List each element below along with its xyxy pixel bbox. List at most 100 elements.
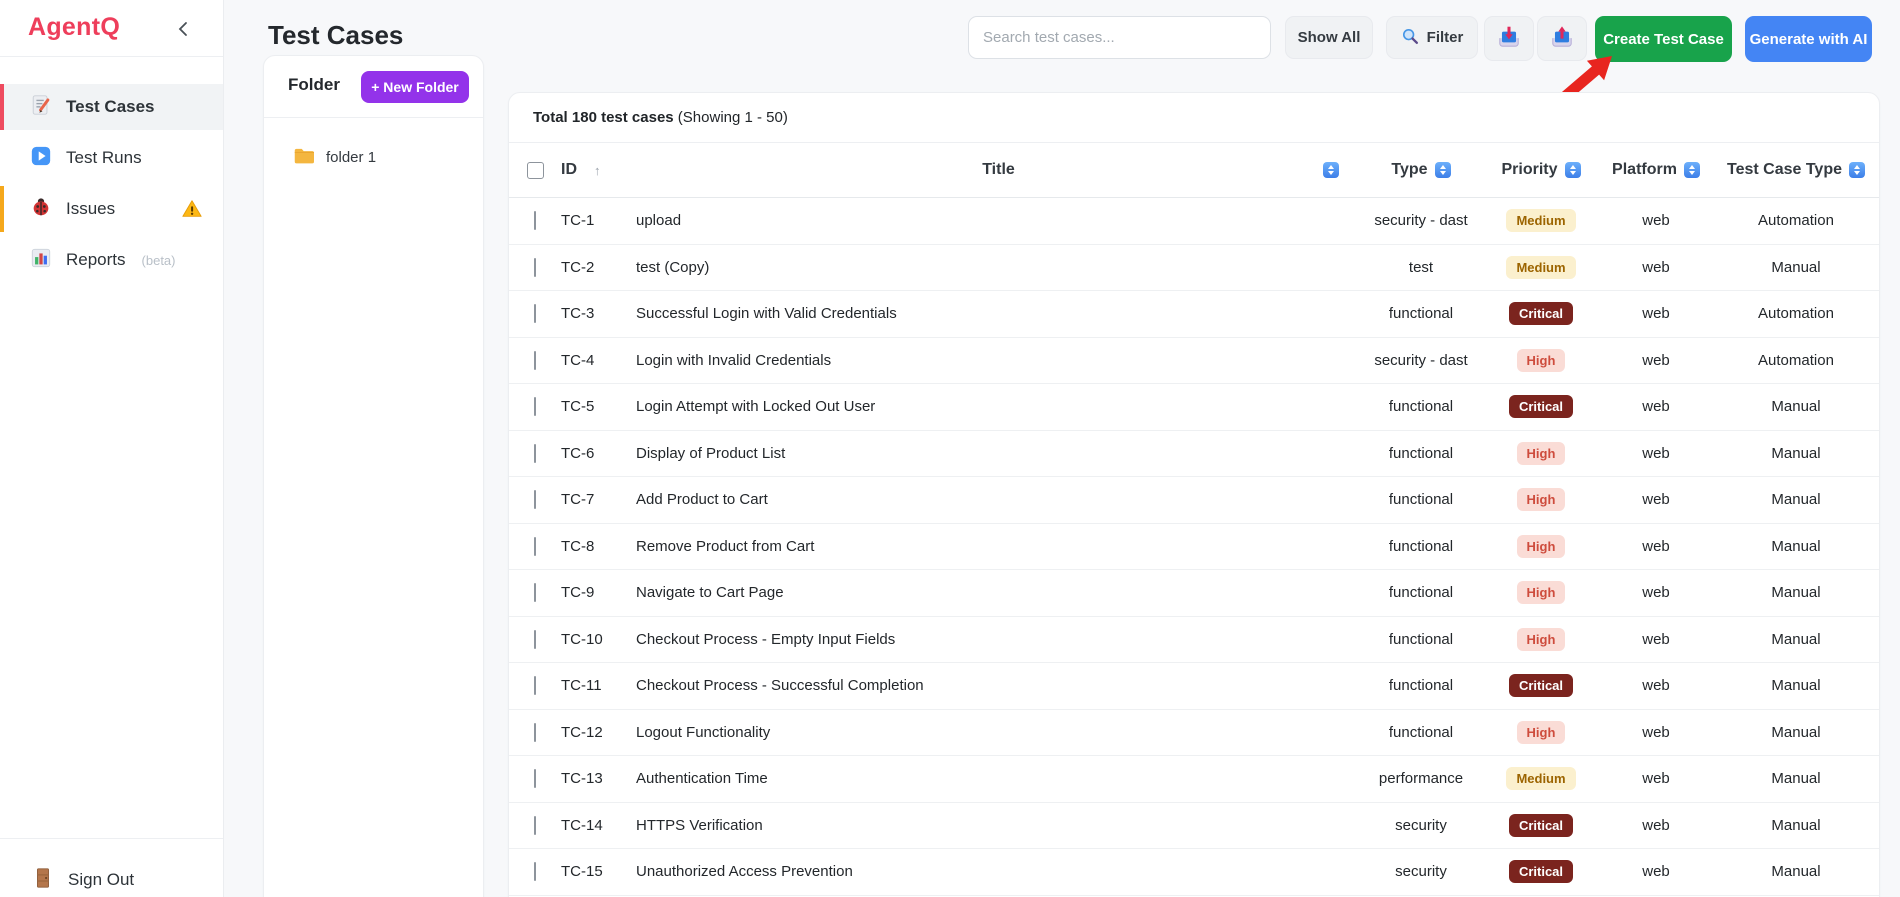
priority-badge: High	[1516, 441, 1566, 465]
filter-updown-icon[interactable]	[1849, 162, 1865, 178]
row-checkbox-cell	[509, 443, 561, 463]
cell-type: functional	[1388, 398, 1454, 416]
cell-title[interactable]: Display of Product List	[636, 445, 1361, 462]
row-checkbox[interactable]	[534, 211, 536, 231]
table-row[interactable]: TC-8 Remove Product from Cart functional…	[509, 524, 1879, 570]
table-row[interactable]: TC-3 Successful Login with Valid Credent…	[509, 291, 1879, 338]
row-checkbox[interactable]	[534, 257, 536, 277]
cell-title[interactable]: Logout Functionality	[636, 724, 1361, 741]
folder-panel: Folder + New Folder folder 1	[263, 55, 484, 897]
cell-title[interactable]: Add Product to Cart	[636, 491, 1361, 508]
row-checkbox[interactable]	[534, 722, 536, 742]
sign-out-label: Sign Out	[68, 870, 135, 889]
column-header-platform[interactable]: Platform	[1601, 161, 1711, 179]
table-row[interactable]: TC-13 Authentication Time performance Me…	[509, 756, 1879, 803]
column-header-title[interactable]: Title	[636, 161, 1361, 179]
row-checkbox[interactable]	[534, 304, 536, 324]
collapse-sidebar-icon[interactable]	[173, 18, 195, 40]
row-checkbox[interactable]	[534, 397, 536, 417]
cell-title[interactable]: HTTPS Verification	[636, 817, 1361, 834]
filter-updown-icon[interactable]	[1323, 162, 1339, 178]
table-row[interactable]: TC-4 Login with Invalid Credentials secu…	[509, 338, 1879, 384]
show-all-button[interactable]: Show All	[1285, 16, 1373, 59]
cell-test-case-type: Automation	[1758, 305, 1834, 323]
sidebar-item-test-cases[interactable]: Test Cases	[0, 84, 223, 130]
cell-test-case-type: Manual	[1771, 258, 1821, 276]
cell-platform: web	[1642, 677, 1670, 695]
cell-id: TC-4	[561, 351, 595, 369]
export-button[interactable]	[1537, 16, 1587, 61]
table-row[interactable]: TC-9 Navigate to Cart Page functional Hi…	[509, 570, 1879, 617]
cell-title[interactable]: Unauthorized Access Prevention	[636, 863, 1361, 880]
sidebar-item-issues[interactable]: Issues	[0, 186, 223, 232]
table-row[interactable]: TC-1 upload security - dast Medium web A…	[509, 198, 1879, 245]
row-checkbox[interactable]	[534, 862, 536, 882]
column-header-id[interactable]: ID ↑	[561, 161, 636, 179]
row-checkbox[interactable]	[534, 490, 536, 510]
create-test-case-button[interactable]: Create Test Case	[1595, 16, 1732, 62]
cell-title[interactable]: test (Copy)	[636, 259, 1361, 276]
row-checkbox[interactable]	[534, 629, 536, 649]
row-checkbox-cell	[509, 397, 561, 417]
row-checkbox[interactable]	[534, 815, 536, 835]
table-row[interactable]: TC-5 Login Attempt with Locked Out User …	[509, 384, 1879, 431]
table-row[interactable]: TC-14 HTTPS Verification security Critic…	[509, 803, 1879, 849]
cell-title[interactable]: Login with Invalid Credentials	[636, 352, 1361, 369]
table-row[interactable]: TC-10 Checkout Process - Empty Input Fie…	[509, 617, 1879, 663]
create-test-case-label: Create Test Case	[1603, 30, 1724, 48]
filter-updown-icon[interactable]	[1564, 162, 1581, 178]
column-header-test-case-type[interactable]: Test Case Type	[1711, 161, 1879, 179]
row-checkbox[interactable]	[534, 443, 536, 463]
table-row[interactable]: TC-2 test (Copy) test Medium web Manual	[509, 245, 1879, 291]
priority-badge: Medium	[1506, 209, 1576, 233]
row-checkbox[interactable]	[534, 676, 536, 696]
row-checkbox[interactable]	[534, 350, 536, 370]
row-checkbox[interactable]	[534, 583, 536, 603]
sidebar-item-reports[interactable]: Reports (beta)	[0, 237, 223, 283]
table-row[interactable]: TC-7 Add Product to Cart functional High…	[509, 477, 1879, 524]
sign-out-button[interactable]: Sign Out	[0, 858, 223, 897]
new-folder-button[interactable]: + New Folder	[361, 71, 469, 103]
table-row[interactable]: TC-15 Unauthorized Access Prevention sec…	[509, 849, 1879, 896]
sidebar-item-label: Issues	[66, 199, 116, 218]
folder-list-item[interactable]: folder 1	[264, 146, 483, 168]
cell-title[interactable]: Successful Login with Valid Credentials	[636, 305, 1361, 322]
filter-updown-icon[interactable]	[1434, 162, 1451, 178]
priority-badge: High	[1516, 534, 1566, 558]
cell-title[interactable]: Navigate to Cart Page	[636, 584, 1361, 601]
cell-title[interactable]: Authentication Time	[636, 770, 1361, 787]
cell-title[interactable]: Checkout Process - Empty Input Fields	[636, 631, 1361, 648]
table-row[interactable]: TC-6 Display of Product List functional …	[509, 431, 1879, 477]
cell-platform: web	[1642, 816, 1670, 834]
cell-type: functional	[1388, 677, 1454, 695]
import-tray-icon	[1496, 24, 1522, 54]
row-checkbox[interactable]	[534, 769, 536, 789]
import-button[interactable]	[1484, 16, 1534, 61]
table-row[interactable]: TC-12 Logout Functionality functional Hi…	[509, 710, 1879, 756]
row-checkbox-cell	[509, 350, 561, 370]
sort-ascending-icon[interactable]: ↑	[594, 163, 601, 178]
cell-title[interactable]: Login Attempt with Locked Out User	[636, 398, 1361, 415]
table-summary: Total 180 test cases (Showing 1 - 50)	[509, 93, 1879, 143]
filter-button[interactable]: Filter	[1386, 16, 1478, 59]
cell-id: TC-8	[561, 537, 595, 555]
search-input[interactable]	[968, 16, 1271, 59]
column-label: Title	[982, 161, 1015, 178]
row-checkbox-cell	[509, 769, 561, 789]
cell-title[interactable]: Remove Product from Cart	[636, 538, 1361, 555]
cell-platform: web	[1642, 398, 1670, 416]
cell-title[interactable]: Checkout Process - Successful Completion	[636, 677, 1361, 694]
generate-with-ai-button[interactable]: Generate with AI	[1745, 16, 1872, 62]
column-header-priority[interactable]: Priority	[1481, 161, 1601, 179]
filter-updown-icon[interactable]	[1683, 162, 1700, 178]
row-checkbox[interactable]	[534, 536, 536, 556]
sidebar-item-test-runs[interactable]: Test Runs	[0, 135, 223, 181]
cell-title[interactable]: upload	[636, 212, 1361, 229]
cell-priority: Critical	[1481, 302, 1601, 326]
column-header-type[interactable]: Type	[1361, 161, 1481, 179]
table-row[interactable]: TC-11 Checkout Process - Successful Comp…	[509, 663, 1879, 710]
select-all-checkbox[interactable]	[526, 161, 544, 179]
priority-badge: Critical	[1508, 395, 1574, 419]
cell-priority: Critical	[1481, 860, 1601, 884]
beta-tag: (beta)	[141, 252, 176, 268]
